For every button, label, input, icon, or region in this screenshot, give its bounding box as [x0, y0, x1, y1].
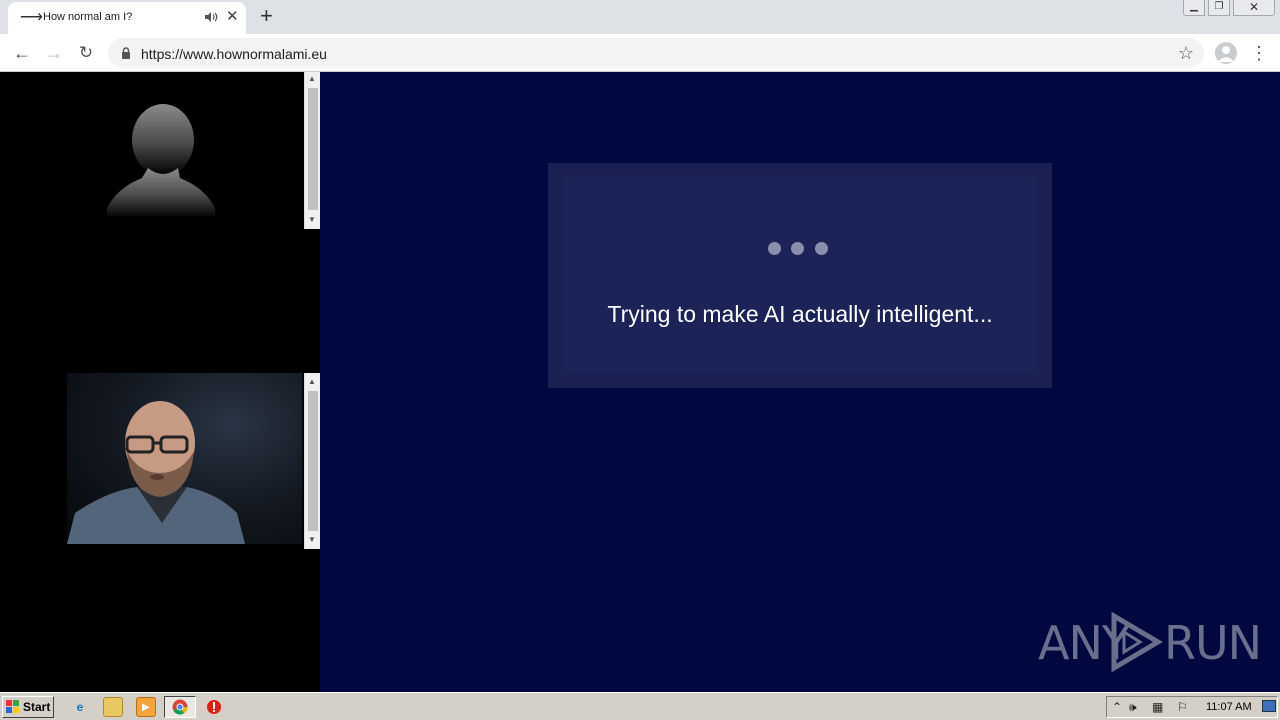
action-center-flag-icon[interactable]: ⚐	[1177, 700, 1188, 714]
frame-scrollbar[interactable]: ▲ ▼	[304, 72, 320, 229]
file-explorer-icon[interactable]	[103, 697, 123, 717]
loading-card: Trying to make AI actually intelligent..…	[548, 163, 1052, 388]
scroll-thumb[interactable]	[308, 88, 318, 210]
clock[interactable]: 11:07 AM	[1206, 701, 1252, 713]
minimize-icon[interactable]: ▁	[1183, 0, 1205, 16]
start-label: Start	[23, 700, 51, 714]
silhouette-frame: ▲ ▼	[0, 72, 320, 229]
tab-title: How normal am I?	[43, 11, 133, 23]
lock-icon	[122, 47, 130, 59]
bookmark-star-icon[interactable]: ☆	[1178, 42, 1194, 64]
show-hidden-icons-icon[interactable]: ⌃	[1112, 700, 1122, 714]
browser-toolbar: ← → ↻ https://www.hownormalami.eu ☆ ⋮	[0, 34, 1280, 72]
chrome-icon	[172, 699, 188, 715]
person-video-image	[67, 401, 245, 544]
show-desktop-icon[interactable]	[1262, 700, 1276, 712]
chrome-taskbar-button[interactable]	[164, 696, 196, 718]
person-icon	[1218, 46, 1234, 62]
new-tab-icon[interactable]: +	[260, 5, 273, 27]
watermark-right-text: RUN	[1164, 616, 1262, 670]
volume-icon[interactable]: 🕪	[1129, 700, 1137, 714]
windows-taskbar: Start e ▶ ⌃ 🕪 ▦ ⚐ 11:07 AM	[0, 692, 1280, 720]
address-bar[interactable]: https://www.hownormalami.eu ☆	[108, 38, 1204, 68]
loading-card-inner	[562, 177, 1038, 374]
browser-tab[interactable]: ⟶ How normal am I? ✕	[8, 2, 246, 34]
browser-titlebar: ⟶ How normal am I? ✕ + ▁ ❐ ✕	[0, 0, 1280, 34]
user-silhouette-icon	[107, 104, 215, 218]
loading-dot	[791, 242, 804, 255]
web-page: ▲ ▼ ▲ ▼ Trying to make AI actually intel…	[0, 72, 1280, 692]
system-tray: ⌃ 🕪 ▦ ⚐ 11:07 AM	[1106, 696, 1278, 718]
media-player-icon[interactable]: ▶	[136, 697, 156, 717]
arrow-right-favicon-icon: ⟶	[20, 9, 43, 26]
scroll-down-icon[interactable]: ▼	[308, 215, 316, 225]
loading-dot	[768, 242, 781, 255]
windows-flag-icon	[6, 700, 19, 713]
restore-icon[interactable]: ❐	[1208, 0, 1230, 16]
url-text[interactable]: https://www.hownormalami.eu	[141, 46, 327, 62]
scroll-up-icon[interactable]: ▲	[308, 74, 316, 84]
back-arrow-icon[interactable]: ←	[10, 41, 34, 65]
close-icon[interactable]: ✕	[1233, 0, 1275, 16]
scroll-up-icon[interactable]: ▲	[308, 377, 316, 387]
webcam-video	[67, 373, 302, 544]
webcam-scrollbar[interactable]: ▲ ▼	[304, 373, 320, 549]
internet-explorer-icon[interactable]: e	[70, 697, 90, 717]
security-alert-icon[interactable]	[204, 697, 224, 717]
network-icon[interactable]: ▦	[1152, 700, 1163, 714]
tab-close-icon[interactable]: ✕	[226, 9, 239, 25]
audio-playing-icon[interactable]	[204, 10, 218, 24]
loading-message: Trying to make AI actually intelligent..…	[607, 301, 993, 327]
start-button[interactable]: Start	[2, 696, 54, 718]
main-content: Trying to make AI actually intelligent..…	[320, 72, 1280, 692]
webcam-frame: ▲ ▼	[0, 373, 320, 549]
scroll-down-icon[interactable]: ▼	[308, 535, 316, 545]
menu-kebab-icon[interactable]: ⋮	[1250, 42, 1268, 64]
anyrun-watermark: ANY RUN	[1038, 608, 1262, 678]
forward-arrow-icon[interactable]: →	[42, 41, 66, 65]
loading-dot	[815, 242, 828, 255]
scroll-thumb[interactable]	[308, 391, 318, 531]
reload-icon[interactable]: ↻	[74, 41, 98, 65]
webcam-sidebar: ▲ ▼ ▲ ▼	[0, 72, 320, 692]
play-logo-icon	[1111, 612, 1163, 672]
profile-avatar-icon[interactable]	[1215, 42, 1237, 64]
